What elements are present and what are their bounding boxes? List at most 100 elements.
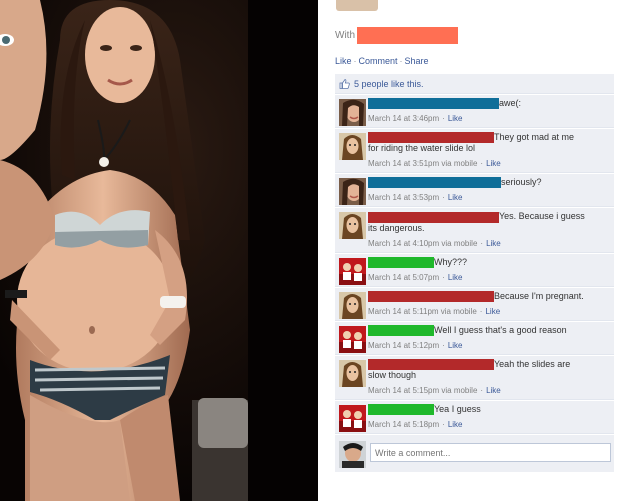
comment-timestamp[interactable]: March 14 at 5:15pm via mobile	[368, 386, 477, 395]
separator: ·	[480, 159, 484, 169]
commenter-avatar[interactable]	[339, 359, 366, 387]
comment-body: Because I'm pregnant.	[368, 291, 610, 302]
comment-item: They got mad at me for riding the water s…	[335, 128, 614, 174]
comment-like-link[interactable]: Like	[486, 386, 501, 395]
commenter-name-redaction[interactable]	[368, 359, 494, 370]
comment-timestamp[interactable]: March 14 at 5:12pm	[368, 341, 439, 350]
comment-like-link[interactable]: Like	[448, 273, 463, 282]
with-label: With	[335, 30, 355, 41]
comment-meta: March 14 at 4:10pm via mobile · Like	[368, 238, 610, 249]
post-photo[interactable]	[0, 0, 318, 501]
commenter-avatar[interactable]	[339, 99, 366, 126]
comment-timestamp[interactable]: March 14 at 3:46pm	[368, 114, 439, 123]
comment-item: Because I'm pregnant. March 14 at 5:11pm …	[335, 286, 614, 321]
commenter-avatar[interactable]	[339, 325, 366, 353]
comment-meta: March 14 at 3:46pm · Like	[368, 113, 610, 124]
commenter-name-redaction[interactable]	[368, 98, 499, 110]
comment-item: seriously? March 14 at 3:53pm · Like	[335, 173, 614, 208]
comment-like-link[interactable]: Like	[486, 159, 501, 168]
separator: ·	[399, 56, 403, 66]
comment-item: Well I guess that's a good reason March 1…	[335, 320, 614, 355]
comments-section: 5 people like this. awe(: March 14 at 3:4…	[335, 74, 614, 473]
separator: ·	[442, 193, 445, 203]
photo-illustration	[0, 0, 318, 501]
separator: ·	[480, 386, 484, 395]
commenter-avatar[interactable]	[339, 257, 366, 285]
comment-item: Yes. Because i guess its dangerous. March …	[335, 207, 614, 253]
comment-like-link[interactable]: Like	[485, 307, 500, 316]
comment-body: Yea I guess	[368, 404, 610, 416]
comment-meta: March 14 at 5:11pm via mobile · Like	[368, 306, 610, 317]
comment-body: They got mad at me for riding the water s…	[368, 132, 610, 154]
comment-meta: March 14 at 3:53pm · Like	[368, 192, 610, 203]
comment-link[interactable]: Comment	[359, 56, 398, 66]
post-actions: Like · Comment · Share	[335, 56, 429, 66]
comment-text: Because I'm pregnant.	[494, 290, 584, 301]
comment-timestamp[interactable]: March 14 at 3:53pm	[368, 193, 439, 202]
comment-text: Yea I guess	[434, 404, 481, 414]
commenter-name-redaction[interactable]	[368, 290, 494, 302]
previous-photo-thumbnail[interactable]	[336, 0, 378, 11]
comment-text-continued: slow though	[368, 370, 417, 380]
comment-body: Yeah the slides are slow though	[368, 359, 610, 381]
separator: ·	[480, 238, 484, 248]
comment-timestamp[interactable]: March 14 at 5:11pm via mobile	[368, 307, 477, 316]
separator: ·	[442, 114, 445, 124]
commenter-name-redaction[interactable]	[368, 211, 499, 223]
comment-meta: March 14 at 3:51pm via mobile · Like	[368, 158, 610, 169]
comment-text: Yeah the slides are	[494, 358, 571, 369]
comment-timestamp[interactable]: March 14 at 4:10pm via mobile	[368, 239, 477, 248]
comment-like-link[interactable]: Like	[448, 420, 463, 429]
comment-text-continued: for riding the water slide lol	[368, 143, 476, 154]
tagged-with-row: With	[335, 27, 458, 44]
comment-text: seriously?	[501, 177, 542, 188]
comment-list: awe(: March 14 at 3:46pm · Like They got mad…	[335, 94, 614, 435]
post-panel: With Like · Comment · Share 5 people like th…	[318, 0, 625, 501]
like-link[interactable]: Like	[335, 56, 352, 66]
comment-item: Yeah the slides are slow though March 14 a…	[335, 354, 614, 400]
commenter-avatar[interactable]	[339, 133, 366, 161]
share-link[interactable]: Share	[405, 56, 429, 66]
separator: ·	[479, 306, 483, 316]
likes-summary: 5 people like this.	[335, 74, 614, 94]
separator: ·	[353, 56, 357, 66]
comment-text-continued: its dangerous.	[368, 222, 425, 233]
comment-text: awe(:	[499, 98, 522, 108]
comment-timestamp[interactable]: March 14 at 3:51pm via mobile	[368, 159, 477, 168]
commenter-name-redaction[interactable]	[368, 177, 501, 189]
comment-meta: March 14 at 5:15pm via mobile · Like	[368, 385, 610, 396]
comment-like-link[interactable]: Like	[448, 193, 463, 202]
commenter-name-redaction[interactable]	[368, 256, 434, 268]
commenter-avatar[interactable]	[339, 291, 366, 319]
tagged-name-redaction[interactable]	[357, 27, 458, 44]
viewer-avatar	[339, 441, 366, 469]
comment-meta: March 14 at 5:12pm · Like	[368, 340, 610, 351]
separator: ·	[442, 420, 445, 430]
comment-timestamp[interactable]: March 14 at 5:07pm	[368, 273, 439, 282]
comment-text: Why???	[434, 256, 468, 267]
comment-meta: March 14 at 5:18pm · Like	[368, 419, 610, 430]
comment-text: They got mad at me	[494, 132, 575, 143]
comment-item: Yea I guess March 14 at 5:18pm · Like	[335, 400, 614, 435]
comment-like-link[interactable]: Like	[448, 341, 463, 350]
comment-item: awe(: March 14 at 3:46pm · Like	[335, 94, 614, 129]
comment-input[interactable]	[370, 443, 611, 463]
comment-like-link[interactable]: Like	[486, 239, 501, 248]
separator: ·	[442, 340, 445, 350]
thumbs-up-icon	[339, 78, 350, 89]
comment-meta: March 14 at 5:07pm · Like	[368, 272, 610, 283]
likes-count-link[interactable]: 5 people like this.	[354, 79, 424, 89]
commenter-avatar[interactable]	[339, 178, 366, 206]
commenter-avatar[interactable]	[339, 212, 366, 240]
commenter-avatar[interactable]	[339, 405, 366, 432]
comment-like-link[interactable]: Like	[448, 114, 463, 123]
comment-body: Yes. Because i guess its dangerous.	[368, 211, 610, 233]
commenter-name-redaction[interactable]	[368, 132, 494, 144]
comment-item: Why??? March 14 at 5:07pm · Like	[335, 252, 614, 287]
comment-body: seriously?	[368, 177, 610, 189]
separator: ·	[442, 272, 445, 282]
commenter-name-redaction[interactable]	[368, 324, 434, 336]
comment-body: Well I guess that's a good reason	[368, 325, 610, 336]
commenter-name-redaction[interactable]	[368, 404, 434, 416]
comment-timestamp[interactable]: March 14 at 5:18pm	[368, 420, 439, 429]
